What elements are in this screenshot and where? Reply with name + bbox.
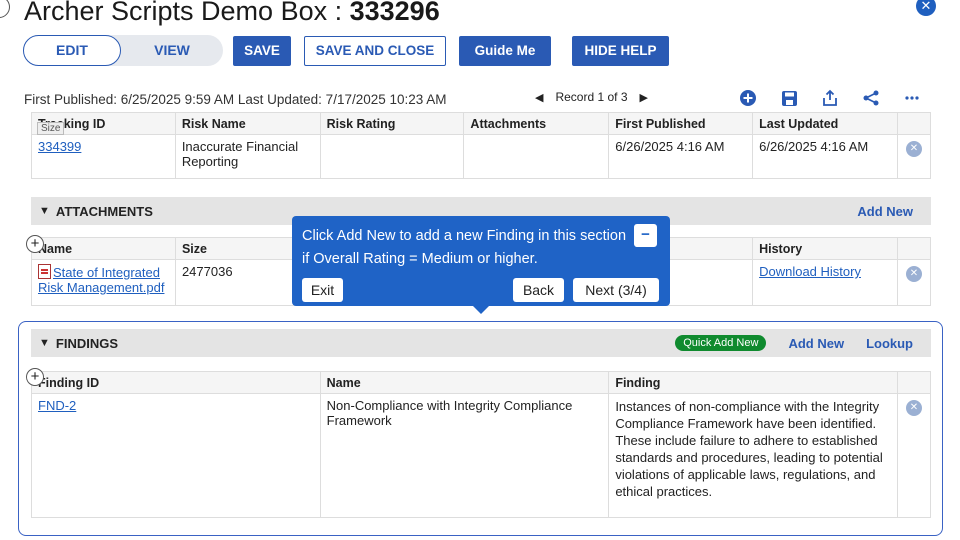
tour-pointer <box>472 305 490 314</box>
last-updated-cell: 6/26/2025 4:16 AM <box>752 134 898 179</box>
remove-row-icon[interactable]: ✕ <box>905 141 922 157</box>
close-icon[interactable]: ✕ <box>916 0 936 16</box>
share-icon[interactable] <box>861 88 881 108</box>
findings-section: ▼ FINDINGS Quick Add New Add New Lookup … <box>31 329 932 518</box>
tour-next-button[interactable]: Next (3/4) <box>573 278 659 302</box>
guide-tour-popup: Click Add New to add a new Finding in th… <box>292 216 670 314</box>
risk-rating-cell <box>319 134 465 179</box>
save-and-close-button[interactable]: SAVE AND CLOSE <box>304 36 446 66</box>
size-tooltip: Size <box>37 122 65 135</box>
finding-text-cell: Instances of non-compliance with the Int… <box>608 393 898 518</box>
attachments-add-new-link[interactable]: Add New <box>857 204 913 219</box>
pdf-icon <box>38 264 51 279</box>
attachments-title: ATTACHMENTS <box>55 203 153 219</box>
more-icon[interactable] <box>902 88 922 108</box>
export-icon[interactable] <box>820 88 840 108</box>
add-circle-icon[interactable] <box>738 88 758 108</box>
view-mode-button[interactable]: VIEW <box>121 35 223 66</box>
remove-row-icon[interactable]: ✕ <box>905 266 922 282</box>
tracking-id-link[interactable]: 334399 <box>38 139 81 154</box>
col-last-updated[interactable]: Last Updated <box>752 112 898 135</box>
prev-record-icon[interactable]: ◀ <box>535 91 543 104</box>
minimize-button[interactable]: − <box>634 224 657 247</box>
finding-name-cell: Non-Compliance with Integrity Compliance… <box>319 393 610 518</box>
left-circle-control <box>0 0 10 18</box>
title-record-id: 333296 <box>349 0 440 26</box>
col-finding[interactable]: Finding <box>608 371 898 394</box>
related-risks-panel: Tracking ID Risk Name Risk Rating Attach… <box>31 112 932 179</box>
col-finding-id[interactable]: Finding ID <box>31 371 321 394</box>
record-navigator: ◀ Record 1 of 3 ▶ <box>535 90 648 104</box>
save-icon[interactable] <box>779 88 799 108</box>
col-name[interactable]: Name <box>31 237 176 260</box>
col-actions <box>896 371 932 394</box>
attachments-cell <box>463 134 610 179</box>
publish-info: First Published: 6/25/2025 9:59 AM Last … <box>24 92 447 107</box>
table-header-row: Finding ID Name Finding <box>31 371 932 394</box>
findings-title: FINDINGS <box>55 335 119 351</box>
hide-help-button[interactable]: HIDE HELP <box>572 36 669 66</box>
collapse-arrow-icon[interactable]: ▼ <box>39 337 50 349</box>
expand-plus-icon[interactable]: + <box>26 235 44 253</box>
first-published-cell: 6/26/2025 4:16 AM <box>608 134 754 179</box>
record-actions <box>738 88 922 108</box>
col-risk-name[interactable]: Risk Name <box>174 112 321 135</box>
guide-tour-message: Click Add New to add a new Finding in th… <box>302 228 627 267</box>
findings-header[interactable]: ▼ FINDINGS Quick Add New Add New Lookup <box>31 329 931 357</box>
related-risks-table: Tracking ID Risk Name Risk Rating Attach… <box>31 112 932 179</box>
table-row: 334399 Inaccurate Financial Reporting 6/… <box>31 134 932 179</box>
col-history[interactable]: History <box>752 237 898 260</box>
expand-plus-icon[interactable]: + <box>26 368 44 386</box>
collapse-arrow-icon[interactable]: ▼ <box>39 205 50 217</box>
risk-name-cell: Inaccurate Financial Reporting <box>174 134 321 179</box>
edit-mode-button[interactable]: EDIT <box>23 35 121 66</box>
page-title: Archer Scripts Demo Box : 333296 <box>24 0 440 27</box>
mode-toggle: EDIT VIEW <box>23 35 223 66</box>
next-record-icon[interactable]: ▶ <box>640 91 648 104</box>
title-prefix: Archer Scripts Demo Box : <box>24 0 350 26</box>
quick-add-new-button[interactable]: Quick Add New <box>675 335 767 351</box>
findings-add-new-link[interactable]: Add New <box>788 336 844 351</box>
col-actions <box>896 112 932 135</box>
download-history-link[interactable]: Download History <box>759 264 861 279</box>
col-risk-rating[interactable]: Risk Rating <box>319 112 465 135</box>
col-finding-name[interactable]: Name <box>319 371 610 394</box>
table-header-row: Tracking ID Risk Name Risk Rating Attach… <box>31 112 932 135</box>
guide-me-button[interactable]: Guide Me <box>459 36 551 66</box>
col-actions <box>896 237 932 260</box>
findings-lookup-link[interactable]: Lookup <box>866 336 913 351</box>
table-row: FND-2 Non-Compliance with Integrity Comp… <box>31 393 932 518</box>
tour-exit-button[interactable]: Exit <box>302 278 343 302</box>
attachment-link[interactable]: State of Integrated Risk Management.pdf <box>38 265 164 295</box>
remove-row-icon[interactable]: ✕ <box>905 400 922 416</box>
record-count: Record 1 of 3 <box>555 90 628 104</box>
col-first-published[interactable]: First Published <box>608 112 754 135</box>
tour-back-button[interactable]: Back <box>513 278 564 302</box>
save-button[interactable]: SAVE <box>233 36 291 66</box>
col-attachments[interactable]: Attachments <box>463 112 610 135</box>
findings-table: Finding ID Name Finding FND-2 Non-Compli… <box>31 371 932 518</box>
finding-id-link[interactable]: FND-2 <box>38 398 76 413</box>
